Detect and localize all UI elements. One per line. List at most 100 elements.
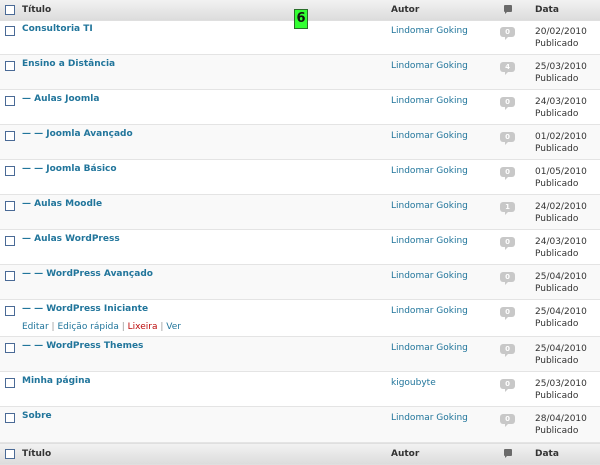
column-title-footer[interactable]: Título [22,449,51,459]
row-checkbox[interactable] [5,61,15,71]
date-cell: 25/03/2010 Publicado [535,378,587,402]
author-link[interactable]: Lindomar Goking [391,413,468,423]
pages-table: Título Autor Data 6 Consultoria TI Lindo… [0,0,600,465]
author-link[interactable]: Lindomar Goking [391,306,468,316]
comment-count-bubble[interactable]: 0 [500,237,515,250]
page-title-link[interactable]: Consultoria TI [22,24,93,34]
row-checkbox[interactable] [5,201,15,211]
date-cell: 24/02/2010 Publicado [535,201,587,225]
author-link[interactable]: Lindomar Goking [391,61,468,71]
date-value: 28/04/2010 [535,414,587,424]
row-checkbox[interactable] [5,306,15,316]
author-link[interactable]: Lindomar Goking [391,166,468,176]
page-title-link[interactable]: — — WordPress Iniciante [22,304,148,314]
row-checkbox[interactable] [5,343,15,353]
date-value: 25/03/2010 [535,379,587,389]
comments-column-icon[interactable] [504,5,512,14]
column-date-footer[interactable]: Data [535,449,559,459]
quick-edit-link[interactable]: Edição rápida [57,322,118,332]
select-all-checkbox[interactable] [5,5,15,15]
row-checkbox[interactable] [5,413,15,423]
row-checkbox[interactable] [5,26,15,36]
author-link[interactable]: Lindomar Goking [391,131,468,141]
comment-count-bubble[interactable]: 0 [500,272,515,285]
comment-count-bubble[interactable]: 0 [500,379,515,392]
date-cell: 25/04/2010 Publicado [535,306,587,330]
page-title-link[interactable]: — — Joomla Básico [22,164,117,174]
comment-count-bubble[interactable]: 0 [500,167,515,180]
author-link[interactable]: Lindomar Goking [391,96,468,106]
page-title-link[interactable]: — Aulas Joomla [22,94,99,104]
status-text: Publicado [535,356,579,366]
author-link[interactable]: Lindomar Goking [391,271,468,281]
comment-count-bubble[interactable]: 1 [500,202,515,215]
status-text: Publicado [535,284,579,294]
page-title-link[interactable]: Sobre [22,411,52,421]
row-checkbox[interactable] [5,378,15,388]
page-title-link[interactable]: — Aulas Moodle [22,199,102,209]
comment-count-bubble[interactable]: 0 [500,97,515,110]
row-checkbox[interactable] [5,166,15,176]
comments-column-icon[interactable] [504,449,512,458]
status-text: Publicado [535,426,579,436]
date-value: 01/02/2010 [535,132,587,142]
select-all-checkbox-footer[interactable] [5,449,15,459]
date-value: 25/04/2010 [535,307,587,317]
action-separator: | [160,322,164,332]
table-row: — — Joomla Básico Lindomar Goking 0 01/0… [0,160,600,195]
row-actions: Editar | Edição rápida | Lixeira | Ver [22,322,181,332]
table-row: Sobre Lindomar Goking 0 28/04/2010 Public… [0,407,600,443]
table-row: — — Joomla Avançado Lindomar Goking 0 01… [0,125,600,160]
date-cell: 25/03/2010 Publicado [535,61,587,85]
page-title-link[interactable]: Minha página [22,376,91,386]
table-row: — Aulas Joomla Lindomar Goking 0 24/03/2… [0,90,600,125]
action-separator: | [121,322,125,332]
author-link[interactable]: Lindomar Goking [391,201,468,211]
comment-count-bubble[interactable]: 0 [500,414,515,427]
status-text: Publicado [535,249,579,259]
date-value: 24/03/2010 [535,97,587,107]
page-title-link[interactable]: — — Joomla Avançado [22,129,133,139]
edit-link[interactable]: Editar [22,322,49,332]
action-separator: | [51,322,55,332]
comment-count-bubble[interactable]: 4 [500,62,515,75]
author-link[interactable]: kigoubyte [391,378,436,388]
comment-count-bubble[interactable]: 0 [500,344,515,357]
date-cell: 25/04/2010 Publicado [535,271,587,295]
date-value: 20/02/2010 [535,27,587,37]
status-text: Publicado [535,74,579,84]
date-cell: 20/02/2010 Publicado [535,26,587,50]
view-link[interactable]: Ver [166,322,181,332]
date-cell: 24/03/2010 Publicado [535,96,587,120]
page-title-link[interactable]: — — WordPress Avançado [22,269,153,279]
author-link[interactable]: Lindomar Goking [391,236,468,246]
row-checkbox[interactable] [5,96,15,106]
column-title[interactable]: Título [22,5,51,15]
trash-link[interactable]: Lixeira [128,322,158,332]
date-value: 25/04/2010 [535,344,587,354]
column-date[interactable]: Data [535,5,559,15]
row-checkbox[interactable] [5,131,15,141]
date-value: 25/04/2010 [535,272,587,282]
date-cell: 01/02/2010 Publicado [535,131,587,155]
table-row: — — WordPress Iniciante Editar | Edição … [0,300,600,337]
comment-count-bubble[interactable]: 0 [500,27,515,40]
table-row: — — WordPress Avançado Lindomar Goking 0… [0,265,600,300]
date-value: 24/03/2010 [535,237,587,247]
comment-count-bubble[interactable]: 0 [500,132,515,145]
row-checkbox[interactable] [5,271,15,281]
author-link[interactable]: Lindomar Goking [391,26,468,36]
page-title-link[interactable]: — Aulas WordPress [22,234,120,244]
comment-count-bubble[interactable]: 0 [500,307,515,320]
table-row: Consultoria TI Lindomar Goking 0 20/02/2… [0,20,600,55]
status-text: Publicado [535,391,579,401]
page-title-link[interactable]: Ensino a Distância [22,59,115,69]
date-value: 24/02/2010 [535,202,587,212]
page-title-link[interactable]: — — WordPress Themes [22,341,143,351]
author-link[interactable]: Lindomar Goking [391,343,468,353]
date-cell: 01/05/2010 Publicado [535,166,587,190]
status-text: Publicado [535,39,579,49]
row-checkbox[interactable] [5,236,15,246]
status-text: Publicado [535,319,579,329]
status-text: Publicado [535,179,579,189]
